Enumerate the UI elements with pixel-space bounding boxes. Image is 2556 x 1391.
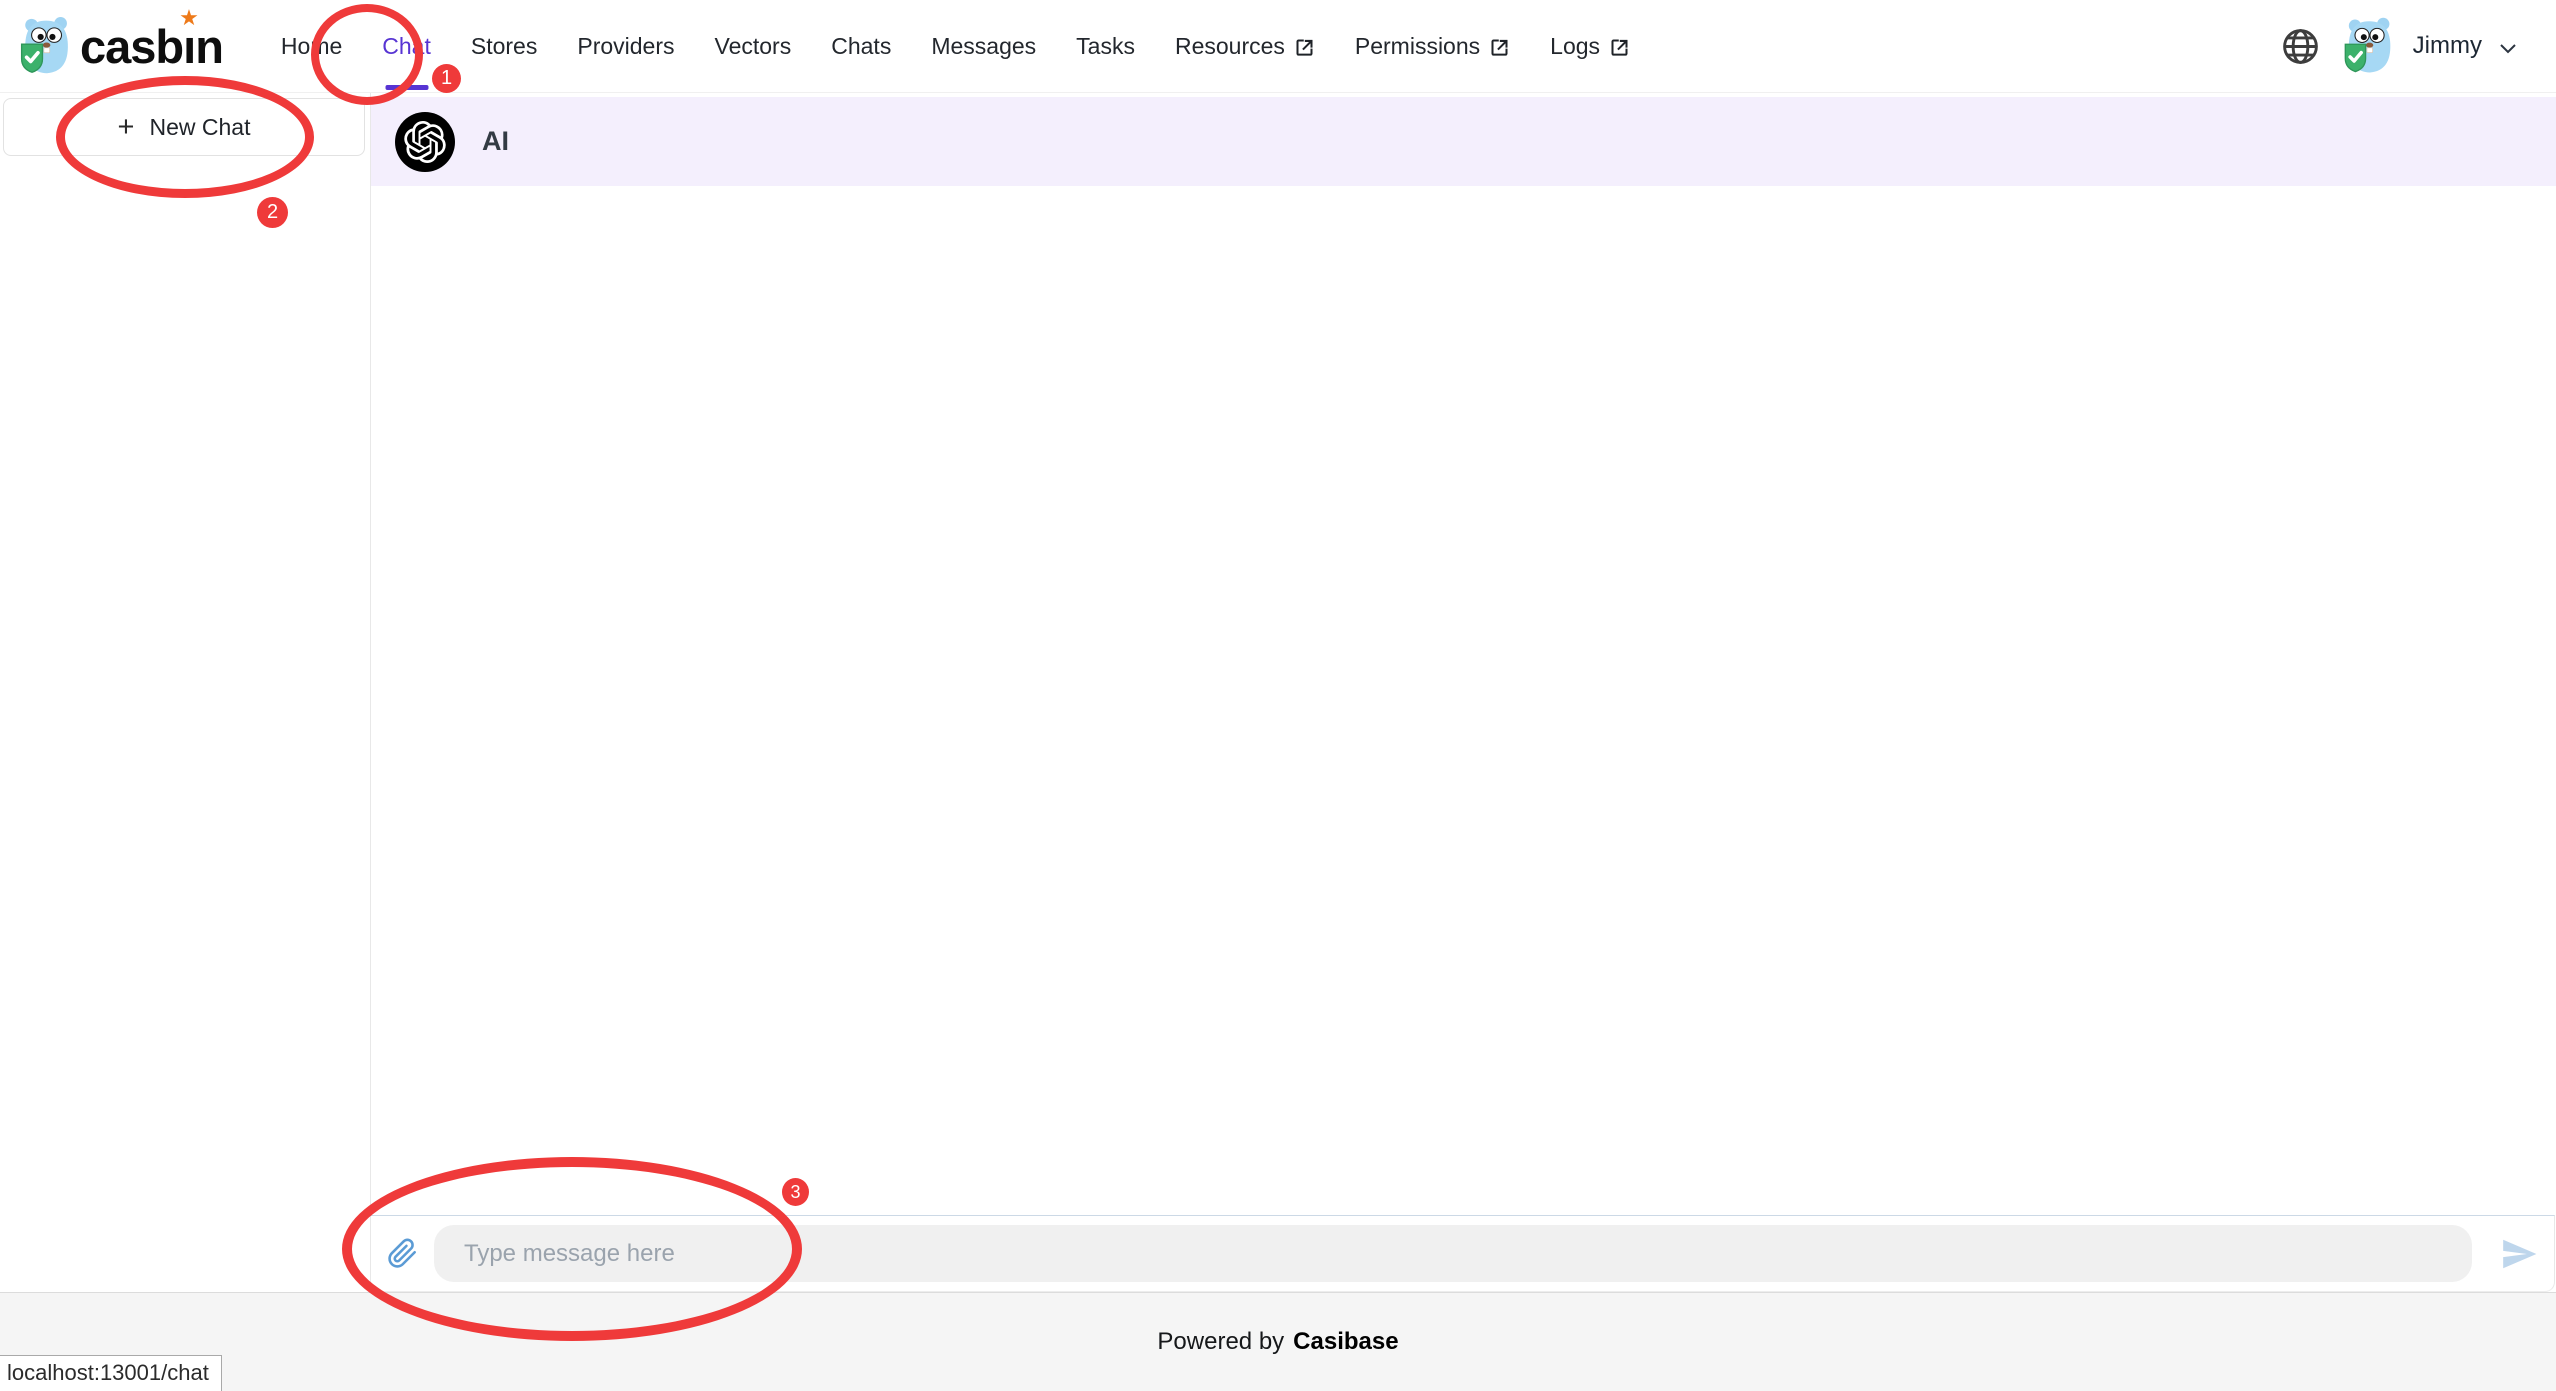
message-input[interactable] (434, 1225, 2472, 1282)
user-menu[interactable]: Jimmy (2341, 16, 2520, 76)
language-globe-button[interactable] (2280, 26, 2321, 67)
chat-sidebar: + New Chat (0, 93, 371, 1292)
top-navbar: casbı★n Home Chat Stores Providers Vecto… (0, 0, 2556, 93)
page-footer: Powered by Casibase (0, 1292, 2556, 1391)
nav-item-chat[interactable]: Chat (382, 0, 431, 92)
body-row: + New Chat AI (0, 93, 2556, 1292)
username-label: Jimmy (2413, 32, 2482, 60)
attach-file-button[interactable] (387, 1238, 418, 1269)
globe-icon (2280, 26, 2321, 67)
casbin-mascot-icon (18, 15, 76, 77)
send-button[interactable] (2500, 1235, 2538, 1273)
plus-icon: + (118, 113, 135, 142)
chat-header: AI (371, 97, 2556, 186)
new-chat-label: New Chat (149, 114, 250, 141)
nav-item-resources[interactable]: Resources (1175, 0, 1315, 92)
chat-panel: AI (371, 93, 2556, 1292)
nav-item-messages[interactable]: Messages (931, 0, 1036, 92)
nav-item-vectors[interactable]: Vectors (715, 0, 792, 92)
new-chat-card: + New Chat (3, 98, 365, 156)
casibase-link[interactable]: Casibase (1293, 1328, 1398, 1356)
app-window: casbı★n Home Chat Stores Providers Vecto… (0, 0, 2556, 1391)
navbar-right-controls: Jimmy (2280, 16, 2520, 76)
powered-by-label: Powered by (1157, 1328, 1284, 1356)
nav-item-stores[interactable]: Stores (471, 0, 537, 92)
main-nav: Home Chat Stores Providers Vectors Chats… (281, 0, 1630, 92)
external-link-icon (1609, 35, 1630, 58)
brand-logo[interactable]: casbı★n (18, 15, 223, 77)
nav-item-home[interactable]: Home (281, 0, 342, 92)
external-link-icon (1489, 35, 1510, 58)
composer (371, 1215, 2555, 1292)
chat-messages-area (371, 186, 2556, 1215)
brand-name: casbı★n (80, 23, 223, 70)
openai-logo-icon (395, 112, 455, 172)
star-icon: ★ (179, 7, 198, 29)
new-chat-button[interactable]: + New Chat (112, 112, 257, 143)
nav-item-tasks[interactable]: Tasks (1076, 0, 1135, 92)
chevron-down-icon (2496, 32, 2520, 60)
paperclip-icon (387, 1238, 418, 1269)
send-plane-icon (2500, 1235, 2538, 1273)
nav-item-chats[interactable]: Chats (831, 0, 891, 92)
nav-item-permissions[interactable]: Permissions (1355, 0, 1510, 92)
browser-status-url: localhost:13001/chat (0, 1355, 222, 1391)
active-tab-underline (385, 85, 428, 90)
nav-item-logs[interactable]: Logs (1550, 0, 1630, 92)
nav-item-providers[interactable]: Providers (577, 0, 674, 92)
avatar (2341, 16, 2399, 76)
external-link-icon (1294, 35, 1315, 58)
assistant-name: AI (482, 126, 509, 157)
